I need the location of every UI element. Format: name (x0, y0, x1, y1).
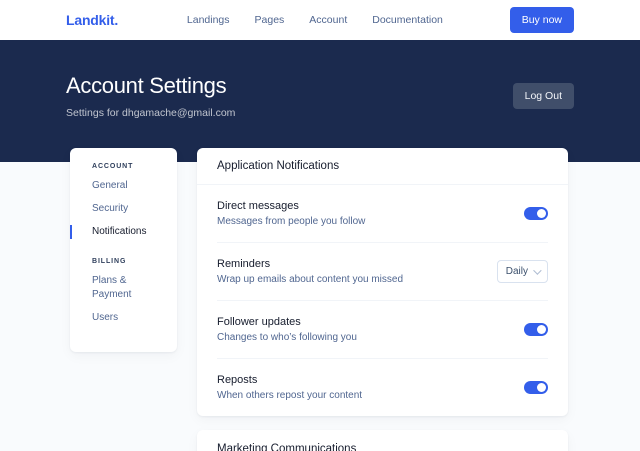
sidebar-heading-account: Account (70, 163, 177, 170)
logo[interactable]: Landkit. (66, 12, 118, 28)
sidebar-section-account: Account General Security Notifications (70, 163, 177, 239)
page-subtitle: Settings for dhgamache@gmail.com (66, 107, 235, 119)
toggle-knob (537, 209, 546, 218)
reminders-frequency-select[interactable]: Daily (497, 260, 548, 283)
setting-title: Reminders (217, 258, 403, 270)
setting-text: Follower updates Changes to who’s follow… (217, 316, 357, 343)
setting-text: Reposts When others repost your content (217, 374, 362, 401)
navbar: Landkit. Landings Pages Account Document… (0, 0, 640, 40)
settings-sidebar: Account General Security Notifications B… (70, 148, 177, 352)
setting-description: When others repost your content (217, 390, 362, 401)
sidebar-item-security[interactable]: Security (70, 202, 177, 216)
marketing-communications-card: Marketing Communications (197, 430, 568, 451)
setting-description: Changes to who’s following you (217, 332, 357, 343)
card-body: Direct messages Messages from people you… (197, 185, 568, 416)
setting-text: Reminders Wrap up emails about content y… (217, 258, 403, 285)
hero-text: Account Settings Settings for dhgamache@… (66, 73, 235, 119)
setting-title: Follower updates (217, 316, 357, 328)
hero-banner: Account Settings Settings for dhgamache@… (0, 40, 640, 162)
setting-row-direct-messages: Direct messages Messages from people you… (217, 185, 548, 243)
sidebar-item-notifications[interactable]: Notifications (70, 225, 177, 239)
setting-row-reposts: Reposts When others repost your content (217, 359, 548, 416)
sidebar-item-general[interactable]: General (70, 179, 177, 193)
application-notifications-card: Application Notifications Direct message… (197, 148, 568, 416)
setting-text: Direct messages Messages from people you… (217, 200, 365, 227)
reposts-toggle[interactable] (524, 381, 548, 394)
nav-link-pages[interactable]: Pages (255, 14, 285, 26)
sidebar-item-users[interactable]: Users (70, 311, 177, 325)
sidebar-heading-billing: Billing (70, 258, 177, 265)
card-title-marketing-communications: Marketing Communications (197, 430, 568, 451)
setting-row-reminders: Reminders Wrap up emails about content y… (217, 243, 548, 301)
select-value: Daily (506, 266, 528, 277)
direct-messages-toggle[interactable] (524, 207, 548, 220)
setting-description: Wrap up emails about content you missed (217, 274, 403, 285)
main-column: Application Notifications Direct message… (197, 148, 568, 451)
nav-link-landings[interactable]: Landings (187, 14, 230, 26)
setting-description: Messages from people you follow (217, 216, 365, 227)
sidebar-item-plans-payment[interactable]: Plans & Payment (70, 274, 177, 302)
setting-row-follower-updates: Follower updates Changes to who’s follow… (217, 301, 548, 359)
buy-now-button[interactable]: Buy now (510, 7, 574, 33)
content-area: Account General Security Notifications B… (0, 148, 640, 451)
sidebar-section-billing: Billing Plans & Payment Users (70, 258, 177, 325)
setting-title: Direct messages (217, 200, 365, 212)
nav-link-account[interactable]: Account (309, 14, 347, 26)
page-title: Account Settings (66, 73, 235, 99)
setting-title: Reposts (217, 374, 362, 386)
nav-links: Landings Pages Account Documentation (187, 14, 443, 26)
toggle-knob (537, 383, 546, 392)
logout-button[interactable]: Log Out (513, 83, 574, 109)
chevron-down-icon (533, 266, 541, 274)
card-title-application-notifications: Application Notifications (197, 148, 568, 185)
follower-updates-toggle[interactable] (524, 323, 548, 336)
nav-link-documentation[interactable]: Documentation (372, 14, 443, 26)
toggle-knob (537, 325, 546, 334)
